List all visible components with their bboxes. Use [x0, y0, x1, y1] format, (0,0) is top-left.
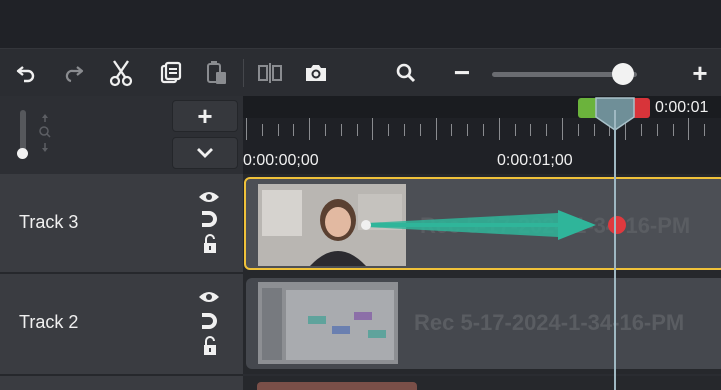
eye-icon[interactable]: [197, 290, 221, 304]
ruler-time-label: 0:00:01;00: [497, 152, 573, 169]
ruler-tick: [277, 124, 279, 136]
ruler-tick: [435, 118, 437, 140]
ruler-tick: [309, 118, 311, 140]
zoom-in-button[interactable]: +: [684, 57, 716, 89]
track-name: Track 2: [19, 312, 79, 332]
track-lane-2: Rec 5-17-2024-1-34-16-PM: [243, 274, 721, 374]
timeline-toolbar: − +: [0, 48, 721, 97]
track-height-icon: [39, 114, 51, 152]
title-bar: [0, 0, 721, 48]
magnet-icon[interactable]: [199, 210, 219, 228]
lock-icon[interactable]: [202, 336, 218, 356]
collapse-tracks-button[interactable]: [172, 137, 238, 169]
ruler-tick: [356, 124, 358, 136]
media-clip[interactable]: [257, 382, 417, 390]
paste-icon[interactable]: [201, 57, 233, 89]
copy-icon[interactable]: [155, 57, 187, 89]
ruler-tick: [293, 124, 295, 136]
ruler-tick: [340, 124, 342, 136]
ruler-tick: [514, 124, 516, 136]
ruler-tick: [246, 118, 247, 140]
ruler-tick: [261, 124, 263, 136]
playhead-line: [614, 110, 616, 390]
ruler-tick: [672, 124, 674, 136]
clip-title: Rec 5-17-2024-1-34-16-PM: [414, 310, 685, 335]
track-lane-3: Rec 5-17-2024-1-34-16-PM: [243, 174, 721, 274]
ruler-tick: [688, 118, 690, 140]
ruler-tick: [656, 124, 658, 136]
scissors-icon[interactable]: [105, 57, 137, 89]
add-track-button[interactable]: +: [172, 100, 238, 132]
ruler-tick: [372, 118, 374, 140]
out-point-marker[interactable]: [634, 98, 650, 118]
eye-icon[interactable]: [197, 190, 221, 204]
toolbar-divider: [243, 59, 244, 87]
ruler-tick: [467, 124, 469, 136]
animation-arrow[interactable]: [358, 207, 632, 243]
track-header-1[interactable]: [0, 376, 243, 390]
zoom-out-button[interactable]: −: [446, 57, 478, 89]
track-controls-panel: +: [0, 96, 243, 174]
track-header-3[interactable]: Track 3: [0, 174, 243, 274]
zoom-slider-knob[interactable]: [611, 63, 634, 85]
camera-icon[interactable]: [300, 57, 332, 89]
ruler-tick: [546, 124, 548, 136]
ruler-tick: [641, 124, 642, 136]
redo-icon[interactable]: [58, 57, 90, 89]
lock-icon[interactable]: [202, 234, 218, 254]
track-height-knob[interactable]: [17, 148, 28, 159]
track-header-2[interactable]: Track 2: [0, 274, 243, 376]
ruler-tick: [498, 118, 500, 140]
ruler-time-label: 0:00:00;00: [243, 152, 319, 169]
ruler-tick: [388, 124, 390, 136]
media-clip[interactable]: Rec 5-17-2024-1-34-16-PM: [246, 278, 721, 369]
ruler-tick: [577, 124, 579, 136]
ruler-tick: [530, 124, 532, 136]
track-lane-1: [243, 376, 721, 390]
magnifier-icon[interactable]: [390, 57, 422, 89]
chevron-down-icon: [197, 148, 213, 158]
ruler-tick: [325, 124, 326, 136]
magnet-icon[interactable]: [199, 312, 219, 330]
ruler-tick: [451, 124, 453, 136]
clip-thumbnail: [258, 282, 398, 364]
playhead-time: 0:00:01: [655, 99, 709, 116]
media-clip-selected[interactable]: Rec 5-17-2024-1-34-16-PM: [244, 177, 721, 270]
undo-icon[interactable]: [10, 57, 42, 89]
ruler-tick: [419, 124, 421, 136]
ruler-tick: [704, 124, 706, 136]
ruler-tick: [562, 118, 563, 140]
ruler-tick: [483, 124, 484, 136]
track-name: Track 3: [19, 212, 79, 232]
ruler-tick: [404, 124, 405, 136]
split-icon[interactable]: [254, 57, 286, 89]
